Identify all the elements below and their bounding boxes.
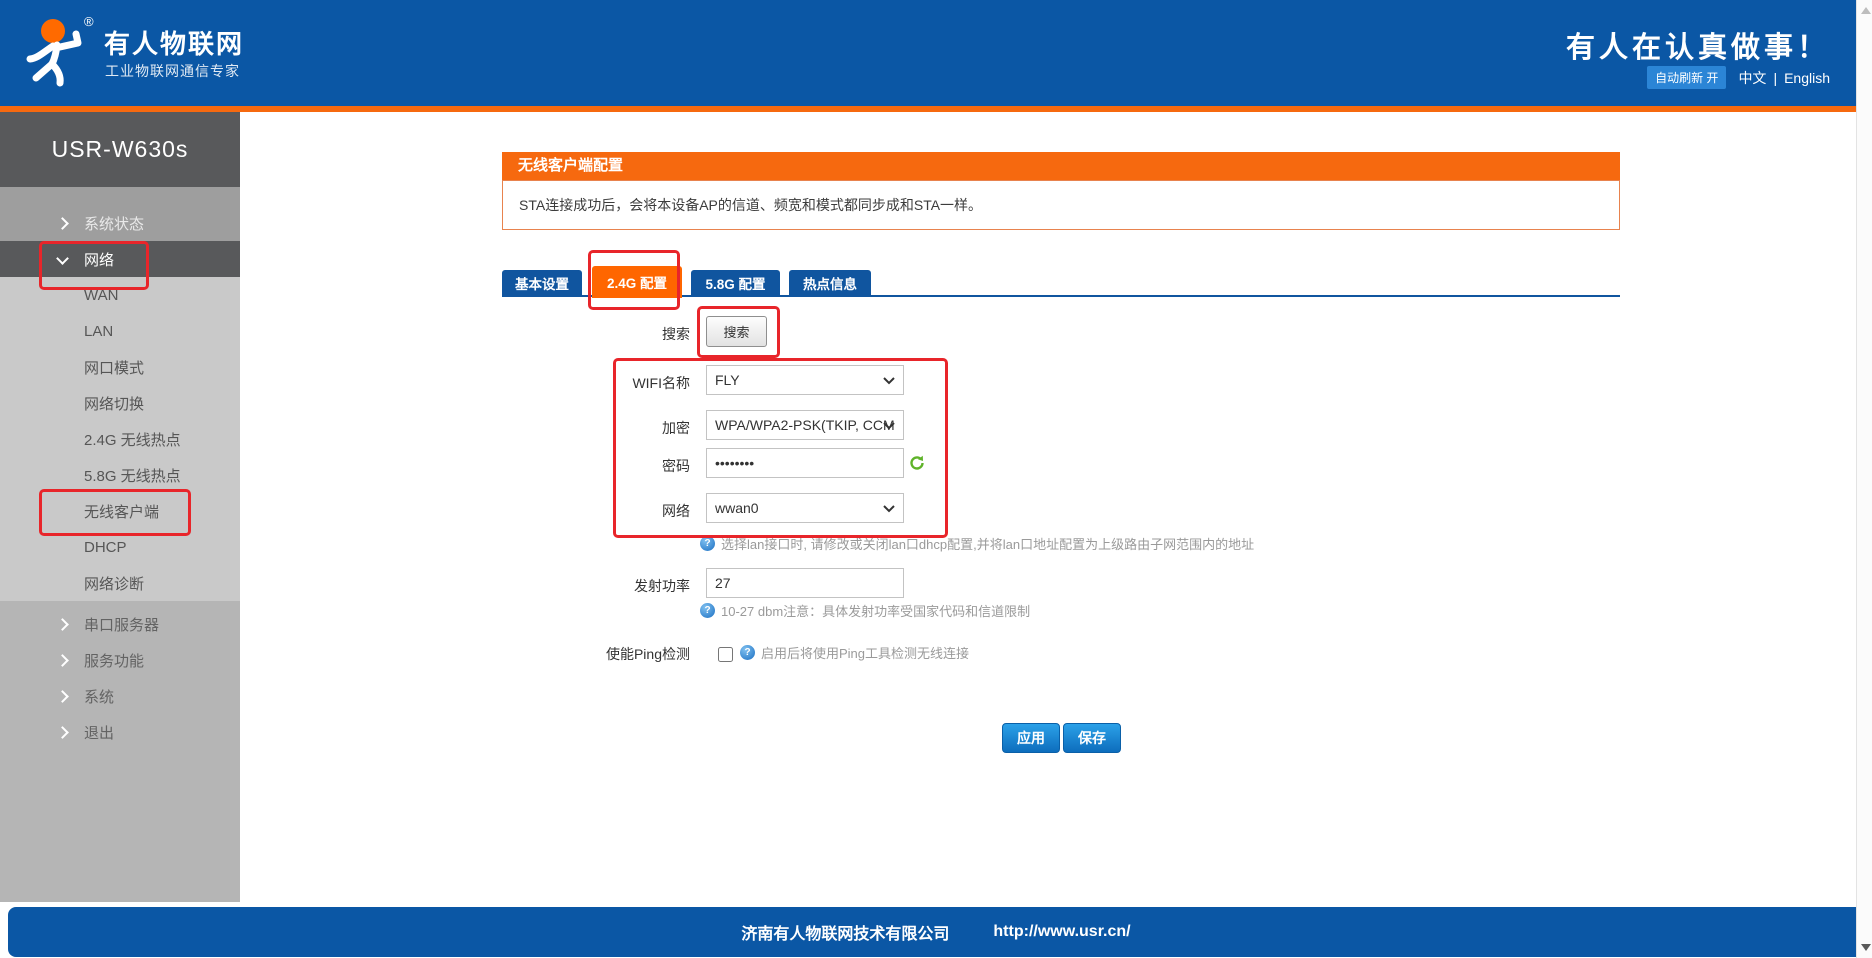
sidebar-section-bottom: 串口服务器 服务功能 系统 退出: [0, 601, 240, 750]
header-accent-strip: [0, 106, 1872, 112]
sidebar-item-system[interactable]: 系统: [0, 678, 240, 714]
footer-company: 济南有人物联网技术有限公司: [741, 926, 950, 943]
chevron-down-icon: [56, 252, 69, 265]
auto-refresh-toggle[interactable]: 自动刷新 开: [1647, 66, 1727, 89]
sidebar-item-24g-ap[interactable]: 2.4G 无线热点: [0, 421, 240, 457]
password-input[interactable]: [706, 448, 904, 478]
sidebar-item-logout[interactable]: 退出: [0, 714, 240, 750]
router-config-page: ® 有人物联网 工业物联网通信专家 有人在认真做事！ 自动刷新 开 中文 | E…: [0, 0, 1872, 958]
refresh-password-icon[interactable]: [909, 455, 925, 476]
question-icon: ?: [700, 536, 715, 551]
footer-website-link[interactable]: http://www.usr.cn/: [993, 923, 1130, 941]
page-footer: 济南有人物联网技术有限公司 http://www.usr.cn/: [8, 907, 1864, 957]
lang-zh-link[interactable]: 中文: [1738, 68, 1766, 88]
page-title: 无线客户端配置: [502, 152, 1620, 180]
tx-power-hint: ? 10-27 dbm注意：具体发射功率受国家代码和信道限制: [700, 601, 1030, 620]
sidebar-item-dhcp[interactable]: DHCP: [0, 529, 240, 565]
network-hint: ? 选择lan接口时, 请修改或关闭lan口dhcp配置,并将lan口地址配置为…: [700, 534, 1254, 553]
encryption-select[interactable]: WPA/WPA2-PSK(TKIP, CCM: [706, 410, 904, 440]
sidebar-item-serial-server[interactable]: 串口服务器: [0, 606, 240, 642]
search-button[interactable]: 搜索: [706, 316, 767, 347]
language-switch: 中文 | English: [1738, 68, 1830, 88]
chevron-down-icon: [883, 505, 895, 513]
network-select[interactable]: wwan0: [706, 493, 904, 523]
scroll-down-icon[interactable]: [1861, 944, 1871, 951]
password-label: 密码: [662, 458, 690, 474]
ping-detect-checkbox[interactable]: [718, 647, 733, 662]
sidebar-item-system-status[interactable]: 系统状态: [0, 205, 240, 241]
sidebar-item-58g-ap[interactable]: 5.8G 无线热点: [0, 457, 240, 493]
chevron-right-icon: [56, 617, 69, 631]
header-right-controls: 自动刷新 开 中文 | English: [1647, 66, 1830, 89]
encryption-label: 加密: [662, 420, 690, 436]
sidebar-section-top: 系统状态: [0, 187, 240, 241]
sidebar-item-lan[interactable]: LAN: [0, 313, 240, 349]
question-icon: ?: [700, 603, 715, 618]
sidebar-item-wireless-client[interactable]: 无线客户端: [0, 493, 240, 529]
brand-subtitle: 工业物联网通信专家: [105, 63, 240, 79]
sidebar-nav: USR-W630s 系统状态 网络 WAN LAN 网口模式 网络切换 2.4G…: [0, 112, 240, 902]
network-label: 网络: [662, 503, 690, 519]
registered-mark: ®: [84, 14, 94, 29]
sidebar-item-wan[interactable]: WAN: [0, 277, 240, 313]
save-button[interactable]: 保存: [1063, 723, 1121, 753]
sidebar-item-network-diagnosis[interactable]: 网络诊断: [0, 565, 240, 601]
lang-separator: |: [1773, 69, 1778, 86]
apply-button[interactable]: 应用: [1002, 723, 1060, 753]
sidebar-item-port-mode[interactable]: 网口模式: [0, 349, 240, 385]
tab-24g-config[interactable]: 2.4G 配置: [592, 266, 682, 298]
header-slogan: 有人在认真做事！: [1565, 32, 1830, 64]
tab-hotspot-info[interactable]: 热点信息: [789, 270, 871, 295]
search-label: 搜索: [662, 326, 690, 342]
tx-power-label: 发射功率: [634, 578, 690, 594]
tab-basic-settings[interactable]: 基本设置: [502, 270, 582, 295]
wifi-name-label: WIFI名称: [632, 375, 690, 391]
page-description: STA连接成功后，会将本设备AP的信道、频宽和模式都同步成和STA一样。: [502, 180, 1620, 230]
chevron-down-icon: [883, 422, 895, 430]
top-header: ® 有人物联网 工业物联网通信专家 有人在认真做事！ 自动刷新 开 中文 | E…: [0, 0, 1872, 106]
ping-detect-hint: ? 启用后将使用Ping工具检测无线连接: [740, 643, 969, 662]
sidebar-item-network[interactable]: 网络: [0, 241, 240, 277]
chevron-right-icon: [56, 653, 69, 667]
question-icon: ?: [740, 645, 755, 660]
device-model-title: USR-W630s: [0, 112, 240, 187]
tab-58g-config[interactable]: 5.8G 配置: [691, 270, 780, 295]
scroll-up-icon[interactable]: [1861, 7, 1871, 14]
sidebar-item-service-function[interactable]: 服务功能: [0, 642, 240, 678]
wifi-name-select[interactable]: FLY: [706, 365, 904, 395]
sidebar-item-network-switch[interactable]: 网络切换: [0, 385, 240, 421]
ping-detect-label: 使能Ping检测: [605, 646, 690, 662]
chevron-right-icon: [56, 216, 69, 230]
chevron-right-icon: [56, 725, 69, 739]
tx-power-input[interactable]: [706, 568, 904, 598]
vertical-scrollbar[interactable]: [1856, 0, 1872, 958]
chevron-right-icon: [56, 689, 69, 703]
lang-en-link[interactable]: English: [1784, 70, 1830, 86]
brand-title: 有人物联网: [104, 29, 245, 59]
sidebar-network-submenu: WAN LAN 网口模式 网络切换 2.4G 无线热点 5.8G 无线热点 无线…: [0, 277, 240, 601]
chevron-down-icon: [883, 377, 895, 385]
